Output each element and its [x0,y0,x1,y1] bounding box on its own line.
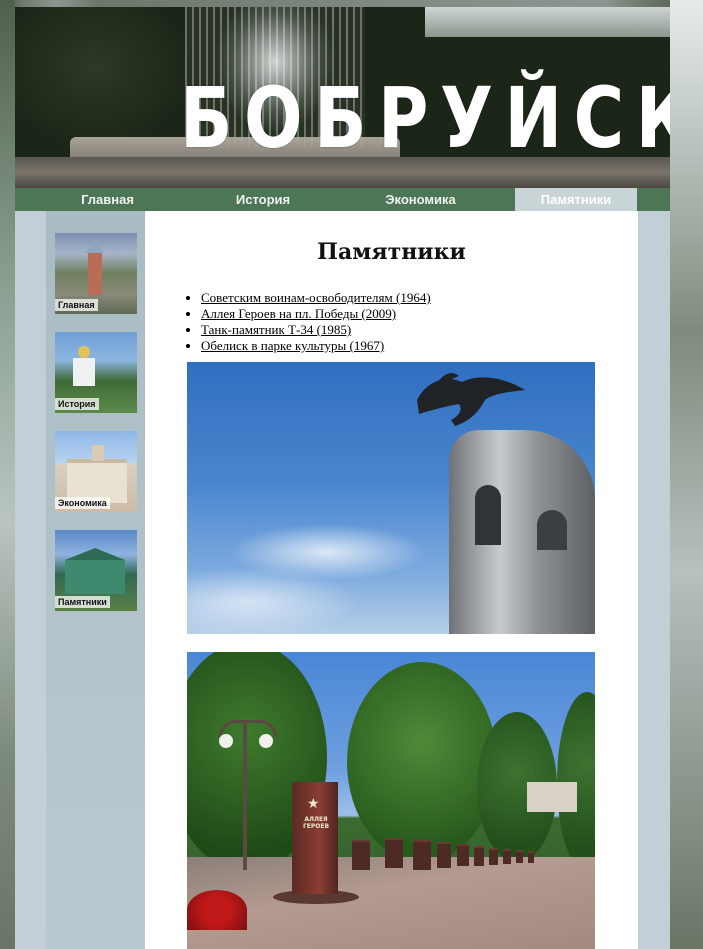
monument-tower [449,430,595,634]
thumb-home-image [85,241,105,295]
monument-link-heroes-alley[interactable]: Аллея Героев на пл. Победы (2009) [201,306,396,321]
monument-link-tank-t34[interactable]: Танк-памятник Т-34 (1985) [201,322,351,337]
list-item: Аллея Героев на пл. Победы (2009) [201,306,431,322]
main-content: Памятники Советским воинам-освободителям… [145,211,638,949]
site-title: БОБРУЙСК [180,69,670,167]
memorial-slab [413,840,431,870]
tower-arch [537,510,567,550]
photo-flowerbed [187,890,247,930]
lamp-bulb [219,734,233,748]
list-item: Советским воинам-освободителям (1964) [201,290,431,306]
background-right [670,0,703,949]
nav-item-monuments[interactable]: Памятники [515,188,637,211]
sidebar-thumb-caption: Экономика [55,497,110,509]
memorial-slab [385,838,403,868]
sidebar-thumb-caption: История [55,398,99,410]
sidebar: Главная История Экономика Памятники [46,211,145,949]
monument-list: Советским воинам-освободителям (1964) Ал… [187,290,431,354]
list-item: Обелиск в парке культуры (1967) [201,338,431,354]
memorial-slab [474,846,484,866]
memorial-slab [457,844,469,866]
sidebar-thumb-caption: Памятники [55,596,110,608]
street-lamp-icon [219,720,277,870]
background-left [0,0,15,949]
memorial-slab [516,850,523,863]
sidebar-thumb-history[interactable]: История [55,332,137,413]
horse-sculpture-icon [417,373,525,426]
nav-item-history[interactable]: История [200,188,326,211]
list-item: Танк-памятник Т-34 (1985) [201,322,431,338]
memorial-slab [352,840,370,870]
photo-tree [347,662,497,862]
page-title: Памятники [317,239,466,265]
memorial-slab [437,842,451,868]
header-banner: БОБРУЙСК [15,7,670,188]
monument-link-liberators[interactable]: Советским воинам-освободителям (1964) [201,290,431,305]
memorial-slab [489,848,498,865]
memorial-slab [503,849,511,864]
sidebar-thumb-economy[interactable]: Экономика [55,431,137,512]
sidebar-thumb-monuments[interactable]: Памятники [55,530,137,611]
stele-inscription: АЛЛЕЯ ГЕРОЕВ [302,816,330,830]
main-nav: Главная История Экономика Памятники [15,188,670,211]
lamp-bulb [259,734,273,748]
photo-pavement [187,857,595,949]
heroes-alley-stele: ★ АЛЛЕЯ ГЕРОЕВ [292,782,338,894]
nav-item-economy[interactable]: Экономика [326,188,515,211]
sidebar-thumb-home[interactable]: Главная [55,233,137,314]
banner-sky [425,7,670,37]
sidebar-thumb-caption: Главная [55,299,98,311]
nav-item-home[interactable]: Главная [15,188,200,211]
tower-arch [475,485,501,545]
monument-photo-heroes-alley: ★ АЛЛЕЯ ГЕРОЕВ [187,652,595,949]
memorial-slab [528,851,534,863]
page-container: БОБРУЙСК Главная История Экономика Памят… [15,7,670,949]
photo-building [527,782,577,812]
monument-photo-liberators [187,362,595,634]
star-icon: ★ [307,796,320,812]
monument-link-obelisk[interactable]: Обелиск в парке культуры (1967) [201,338,384,353]
thumb-monuments-image [65,548,125,594]
thumb-history-image [73,346,95,386]
